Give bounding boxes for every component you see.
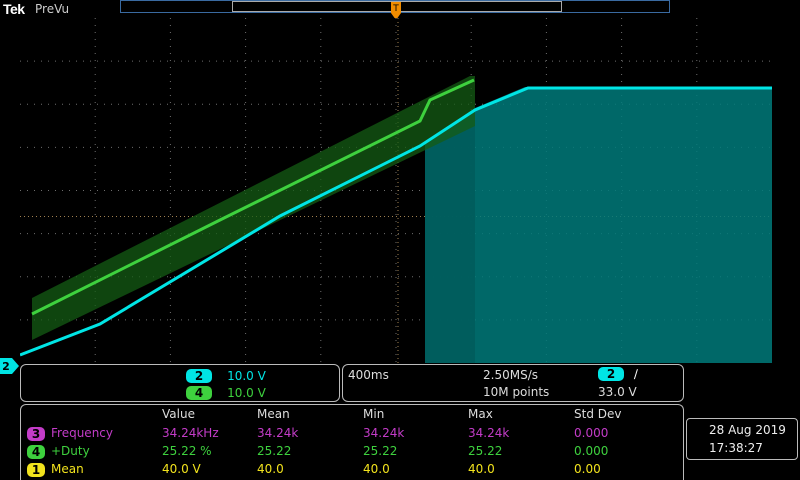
- measurement-value: 34.24kHz: [162, 426, 219, 440]
- header-mean: Mean: [257, 407, 290, 421]
- measurement-max: 34.24k: [468, 426, 510, 440]
- vertical-settings-panel[interactable]: 2 10.0 V 4 10.0 V: [20, 364, 340, 402]
- datetime-panel[interactable]: 28 Aug 2019 17:38:27: [686, 418, 798, 460]
- header-std-dev: Std Dev: [574, 407, 622, 421]
- waveform-display[interactable]: [20, 18, 772, 363]
- measurement-name: +Duty: [51, 444, 90, 458]
- measurement-std-dev: 0.00: [574, 462, 601, 476]
- rising-edge-icon: ∕: [633, 367, 638, 381]
- measurement-std-dev: 0.000: [574, 444, 609, 458]
- trigger-source[interactable]: 2 ∕: [598, 367, 638, 381]
- ch2-ground-marker-icon[interactable]: 2: [0, 358, 20, 374]
- ch4-vertical-row[interactable]: 4 10.0 V: [186, 384, 266, 400]
- measurement-row-duty[interactable]: 4 +Duty 25.22 % 25.22 25.22 25.22 0.000: [27, 443, 677, 459]
- ch2-scale: 10.0 V: [227, 369, 266, 383]
- measurement-name: Mean: [51, 462, 84, 476]
- measurement-row-frequency[interactable]: 3 Frequency 34.24kHz 34.24k 34.24k 34.24…: [27, 425, 677, 441]
- acquisition-status: PreVu: [35, 2, 70, 16]
- header-min: Min: [363, 407, 385, 421]
- ch4-badge[interactable]: 4: [27, 445, 45, 459]
- measurement-mean: 25.22: [257, 444, 292, 458]
- svg-text:T: T: [392, 4, 399, 14]
- svg-text:2: 2: [2, 360, 10, 373]
- measurement-mean: 34.24k: [257, 426, 299, 440]
- measurement-row-mean[interactable]: 1 Mean 40.0 V 40.0 40.0 40.0 0.00: [27, 461, 677, 477]
- measurement-value: 25.22 %: [162, 444, 212, 458]
- measurement-max: 25.22: [468, 444, 503, 458]
- sample-rate: 2.50MS/s: [483, 368, 538, 382]
- horizontal-settings-panel[interactable]: 400ms 2.50MS/s 10M points 2 ∕ 33.0 V: [342, 364, 684, 402]
- header-value: Value: [162, 407, 195, 421]
- ch4-badge[interactable]: 4: [186, 386, 212, 400]
- measurement-min: 34.24k: [363, 426, 405, 440]
- ch2-badge[interactable]: 2: [186, 369, 212, 383]
- measurement-name: Frequency: [51, 426, 113, 440]
- measurement-max: 40.0: [468, 462, 495, 476]
- measurement-value: 40.0 V: [162, 462, 201, 476]
- record-length: 10M points: [483, 385, 550, 399]
- measurement-mean: 40.0: [257, 462, 284, 476]
- ch4-scale: 10.0 V: [227, 386, 266, 400]
- measurement-std-dev: 0.000: [574, 426, 609, 440]
- trigger-level: 33.0 V: [598, 385, 637, 399]
- time-display: 17:38:27: [709, 441, 763, 455]
- ch1-badge[interactable]: 1: [27, 463, 45, 477]
- ch2-vertical-row[interactable]: 2 10.0 V: [186, 367, 266, 383]
- measurements-panel[interactable]: Value Mean Min Max Std Dev 3 Frequency 3…: [20, 404, 684, 480]
- header-max: Max: [468, 407, 493, 421]
- ch3-badge[interactable]: 3: [27, 427, 45, 441]
- measurement-min: 25.22: [363, 444, 398, 458]
- timebase-scale: 400ms: [348, 368, 389, 382]
- trigger-source-badge[interactable]: 2: [598, 367, 624, 381]
- date-display: 28 Aug 2019: [709, 423, 786, 437]
- measurement-min: 40.0: [363, 462, 390, 476]
- brand-logo: Tek: [3, 1, 25, 17]
- ch2-envelope-fill: [425, 87, 772, 363]
